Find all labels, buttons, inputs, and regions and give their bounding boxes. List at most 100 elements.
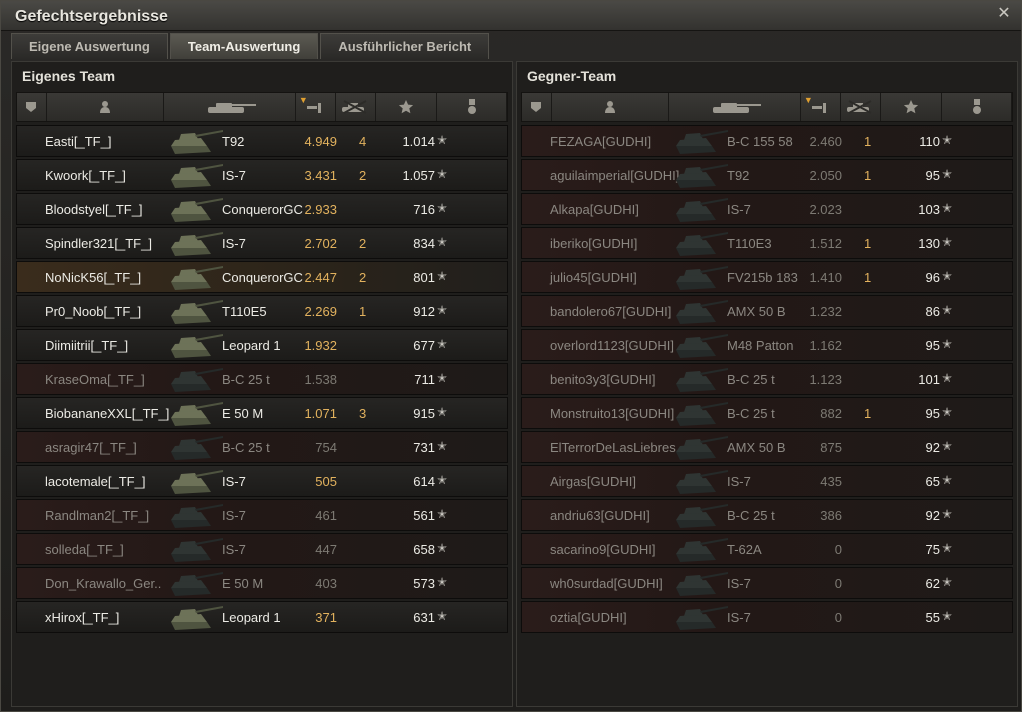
player-row[interactable]: Kwoork[_TF_] IS-7 3.431 2 1.057 ✭ <box>16 159 508 191</box>
tab-team-report[interactable]: Team-Auswertung <box>169 33 319 59</box>
player-row[interactable]: Pr0_Noob[_TF_] T110E5 2.269 1 912 ✭ <box>16 295 508 327</box>
xp-value: 801 <box>413 270 435 285</box>
player-icon[interactable] <box>47 93 165 121</box>
tank-icon <box>167 230 225 258</box>
player-row[interactable]: KraseOma[_TF_] B-C 25 t 1.538 711 ✭ <box>16 363 508 395</box>
star-icon: ✭ <box>436 541 447 555</box>
vehicle-name: Leopard 1 <box>222 338 281 353</box>
vehicle-name: B-C 25 t <box>222 372 270 387</box>
medal-icon[interactable] <box>942 93 1012 121</box>
player-row[interactable]: lacotemale[_TF_] IS-7 505 614 ✭ <box>16 465 508 497</box>
tank-icon <box>672 332 730 360</box>
player-row[interactable]: xHirox[_TF_] Leopard 1 371 631 ✭ <box>16 601 508 633</box>
vehicle-name: B-C 25 t <box>727 372 775 387</box>
tank-icon[interactable] <box>164 93 296 121</box>
player-row[interactable]: Randlman2[_TF_] IS-7 461 561 ✭ <box>16 499 508 531</box>
player-row[interactable]: oztia[GUDHI] IS-7 0 55 ✭ <box>521 601 1013 633</box>
player-row[interactable]: NoNicK56[_TF_] ConquerorGC 2.447 2 801 ✭ <box>16 261 508 293</box>
player-row[interactable]: BiobananeXXL[_TF_] E 50 M 1.071 3 915 ✭ <box>16 397 508 429</box>
star-icon: ✭ <box>941 473 952 487</box>
xp-value: 55 <box>925 610 940 625</box>
tab-own-report[interactable]: Eigene Auswertung <box>11 33 168 59</box>
damage-value: 386 <box>820 508 842 523</box>
medal-icon[interactable] <box>437 93 507 121</box>
kills-value: 1 <box>864 236 872 251</box>
damage-value: 403 <box>315 576 337 591</box>
player-row[interactable]: iberiko[GUDHI] T110E3 1.512 1 130 ✭ <box>521 227 1013 259</box>
sort-arrow-icon: ▼ <box>298 95 308 105</box>
xp-value: 95 <box>925 406 940 421</box>
vehicle-name: IS-7 <box>222 508 246 523</box>
squad-icon[interactable] <box>522 93 552 121</box>
xp-value: 130 <box>918 236 940 251</box>
tank-icon <box>167 128 225 156</box>
damage-value: 2.702 <box>304 236 337 251</box>
player-name: Monstruito13[GUDHI] <box>550 406 675 421</box>
vehicle-name: B-C 25 t <box>727 406 775 421</box>
kills-icon[interactable] <box>336 93 376 121</box>
damage-icon[interactable]: ▼ <box>801 93 841 121</box>
player-row[interactable]: julio45[GUDHI] FV215b 183 1.410 1 96 ✭ <box>521 261 1013 293</box>
tank-icon[interactable] <box>669 93 801 121</box>
kills-value: 3 <box>359 406 367 421</box>
squad-icon[interactable] <box>17 93 47 121</box>
player-row[interactable]: ElTerrorDeLasLiebres.. AMX 50 B 875 92 ✭ <box>521 431 1013 463</box>
player-name: BiobananeXXL[_TF_] <box>45 406 170 421</box>
player-row[interactable]: sacarino9[GUDHI] T-62A 0 75 ✭ <box>521 533 1013 565</box>
xp-value: 75 <box>925 542 940 557</box>
tab-detailed-report[interactable]: Ausführlicher Bericht <box>320 33 490 59</box>
star-icon: ✭ <box>941 507 952 521</box>
xp-star-icon[interactable] <box>376 93 438 121</box>
player-row[interactable]: benito3y3[GUDHI] B-C 25 t 1.123 101 ✭ <box>521 363 1013 395</box>
player-row[interactable]: Airgas[GUDHI] IS-7 435 65 ✭ <box>521 465 1013 497</box>
damage-icon[interactable]: ▼ <box>296 93 336 121</box>
player-icon[interactable] <box>552 93 670 121</box>
player-row[interactable]: overlord1123[GUDHI] M48 Patton 1.162 95 ✭ <box>521 329 1013 361</box>
player-row[interactable]: Diimiitrii[_TF_] Leopard 1 1.932 677 ✭ <box>16 329 508 361</box>
player-row[interactable]: aguilaimperial[GUDHI] T92 2.050 1 95 ✭ <box>521 159 1013 191</box>
star-icon: ✭ <box>941 609 952 623</box>
player-name: Easti[_TF_] <box>45 134 112 149</box>
player-row[interactable]: Easti[_TF_] T92 4.949 4 1.014 ✭ <box>16 125 508 157</box>
xp-value: 915 <box>413 406 435 421</box>
player-row[interactable]: asragir47[_TF_] B-C 25 t 754 731 ✭ <box>16 431 508 463</box>
window-title: Gefechtsergebnisse <box>15 8 168 25</box>
player-row[interactable]: FEZAGA[GUDHI] B-C 155 58 2.460 1 110 ✭ <box>521 125 1013 157</box>
star-icon: ✭ <box>436 167 447 181</box>
tank-icon <box>167 604 225 632</box>
player-name: overlord1123[GUDHI] <box>550 338 675 353</box>
tank-icon <box>672 400 730 428</box>
tank-icon <box>672 536 730 564</box>
xp-value: 677 <box>413 338 435 353</box>
player-row[interactable]: Spindler321[_TF_] IS-7 2.702 2 834 ✭ <box>16 227 508 259</box>
tank-icon <box>672 604 730 632</box>
player-name: solleda[_TF_] <box>45 542 124 557</box>
star-icon: ✭ <box>941 303 952 317</box>
kills-value: 2 <box>359 270 367 285</box>
xp-value: 631 <box>413 610 435 625</box>
vehicle-name: AMX 50 B <box>727 304 786 319</box>
player-name: Alkapa[GUDHI] <box>550 202 639 217</box>
player-row[interactable]: Monstruito13[GUDHI] B-C 25 t 882 1 95 ✭ <box>521 397 1013 429</box>
tank-icon <box>167 400 225 428</box>
vehicle-name: B-C 155 58 <box>727 134 793 149</box>
player-row[interactable]: Alkapa[GUDHI] IS-7 2.023 103 ✭ <box>521 193 1013 225</box>
player-row[interactable]: wh0surdad[GUDHI] IS-7 0 62 ✭ <box>521 567 1013 599</box>
star-icon: ✭ <box>436 439 447 453</box>
kills-icon[interactable] <box>841 93 881 121</box>
player-name: benito3y3[GUDHI] <box>550 372 656 387</box>
player-row[interactable]: andriu63[GUDHI] B-C 25 t 386 92 ✭ <box>521 499 1013 531</box>
tank-icon <box>167 366 225 394</box>
close-icon[interactable]: ✕ <box>995 5 1013 23</box>
battle-results-window: Gefechtsergebnisse ✕ Eigene Auswertung T… <box>0 0 1022 712</box>
damage-value: 1.410 <box>809 270 842 285</box>
vehicle-name: E 50 M <box>222 406 264 421</box>
vehicle-name: FV215b 183 <box>727 270 798 285</box>
xp-star-icon[interactable] <box>881 93 943 121</box>
player-row[interactable]: Bloodstyel[_TF_] ConquerorGC 2.933 716 ✭ <box>16 193 508 225</box>
player-row[interactable]: bandolero67[GUDHI] AMX 50 B 1.232 86 ✭ <box>521 295 1013 327</box>
player-row[interactable]: Don_Krawallo_Ger.. E 50 M 403 573 ✭ <box>16 567 508 599</box>
sort-arrow-icon: ▼ <box>803 95 813 105</box>
star-icon: ✭ <box>436 473 447 487</box>
player-row[interactable]: solleda[_TF_] IS-7 447 658 ✭ <box>16 533 508 565</box>
